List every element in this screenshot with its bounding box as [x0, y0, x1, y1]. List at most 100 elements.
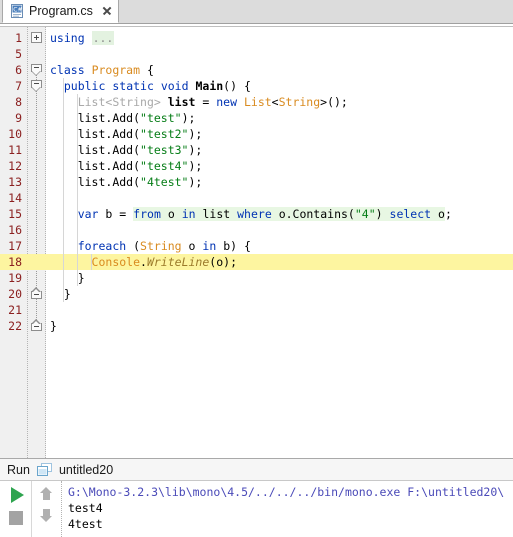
code-line[interactable] [47, 46, 513, 62]
line-number: 9 [0, 110, 22, 126]
arrow-down-icon[interactable] [39, 508, 55, 524]
csharp-file-icon: C# [10, 4, 24, 18]
run-tool-window: Run untitled20 G:\Mono-3.2.3\lib\mono\4.… [0, 458, 513, 537]
code-line[interactable] [47, 222, 513, 238]
run-tool-window-title: Run [7, 462, 30, 477]
editor-tab-label: Program.cs [29, 4, 93, 18]
run-controls-toolbar [0, 481, 32, 537]
line-number: 14 [0, 190, 22, 206]
code-line[interactable]: } [47, 318, 513, 334]
editor-tab-program-cs[interactable]: C# Program.cs [2, 0, 119, 23]
indent-guide [63, 254, 65, 270]
indent-guide [77, 270, 79, 286]
line-number-value: 17 [8, 239, 22, 253]
code-line[interactable] [47, 190, 513, 206]
code-line[interactable]: list.Add("test2"); [47, 126, 513, 142]
arrow-up-icon[interactable] [39, 486, 55, 502]
indent-guide [77, 110, 79, 126]
indent-guide [63, 142, 65, 158]
indent-guide [77, 222, 79, 238]
line-number: 7 [0, 78, 22, 94]
indent-guide [77, 238, 79, 254]
line-number: 20 [0, 286, 22, 302]
line-number-value: 5 [15, 47, 22, 61]
run-config-icon [36, 463, 52, 476]
code-line[interactable]: list.Add("test"); [47, 110, 513, 126]
line-number-value: 1 [15, 31, 22, 45]
code-line[interactable]: var b = from o in list where o.Contains(… [47, 206, 513, 222]
line-number: 15 [0, 206, 22, 222]
tab-bar-empty-space [118, 0, 513, 23]
code-line[interactable]: class Program { [47, 62, 513, 78]
run-tool-window-body: G:\Mono-3.2.3\lib\mono\4.5/../../../bin/… [0, 481, 513, 537]
code-folding-gutter[interactable] [28, 27, 46, 458]
line-number-value: 10 [8, 127, 22, 141]
indent-guide [63, 94, 65, 110]
code-line[interactable]: } [47, 270, 513, 286]
fold-collapse-icon[interactable] [31, 64, 42, 76]
code-line[interactable]: } [47, 286, 513, 302]
line-number: 16 [0, 222, 22, 238]
indent-guide [77, 190, 79, 206]
line-number: 6 [0, 62, 22, 78]
code-line[interactable]: using ... [47, 30, 513, 46]
console-output-line: 4test [68, 517, 103, 531]
indent-guide [63, 270, 65, 286]
code-line[interactable]: Console.WriteLine(o); [28, 254, 513, 270]
stop-icon[interactable] [8, 511, 23, 525]
line-number-value: 14 [8, 191, 22, 205]
close-icon[interactable] [101, 5, 113, 17]
line-number-value: 9 [15, 111, 22, 125]
code-editor[interactable]: 1 using ... 5 6 class Program { 7 public stat… [0, 27, 513, 458]
code-line[interactable] [47, 302, 513, 318]
console-output-line: test4 [68, 501, 103, 515]
line-number: 1 [0, 30, 22, 46]
indent-guide [77, 94, 79, 110]
line-number: 13 [0, 174, 22, 190]
indent-guide [63, 190, 65, 206]
run-play-icon[interactable] [10, 487, 24, 503]
line-number-value: 8 [15, 95, 22, 109]
indent-guide [63, 126, 65, 142]
line-number-value: 6 [15, 63, 22, 77]
code-line[interactable]: foreach (String o in b) { [47, 238, 513, 254]
indent-guide [63, 158, 65, 174]
indent-guide [77, 158, 79, 174]
line-number: 8 [0, 94, 22, 110]
line-number: 11 [0, 142, 22, 158]
line-number-value: 22 [8, 319, 22, 333]
indent-guide [63, 206, 65, 222]
console-output[interactable]: G:\Mono-3.2.3\lib\mono\4.5/../../../bin/… [62, 481, 513, 537]
fold-expand-icon[interactable] [31, 32, 42, 43]
line-number-value: 15 [8, 207, 22, 221]
line-number: 18 [0, 254, 28, 270]
fold-end-icon[interactable] [31, 287, 42, 299]
run-tool-window-header: Run untitled20 [0, 459, 513, 481]
indent-guide [77, 206, 79, 222]
code-line[interactable]: list.Add("test4"); [47, 158, 513, 174]
line-number: 19 [0, 270, 22, 286]
indent-guide [63, 222, 65, 238]
indent-guide [63, 174, 65, 190]
indent-guide [63, 238, 65, 254]
console-command-line: G:\Mono-3.2.3\lib\mono\4.5/../../../bin/… [68, 485, 505, 499]
indent-guide [63, 78, 65, 94]
line-number-value: 19 [8, 271, 22, 285]
code-line[interactable]: public static void Main() { [47, 78, 513, 94]
line-number-value: 12 [8, 159, 22, 173]
fold-end-icon[interactable] [31, 319, 42, 331]
line-number: 21 [0, 302, 22, 318]
code-line[interactable]: list.Add("4test"); [47, 174, 513, 190]
code-line[interactable]: list.Add("test3"); [47, 142, 513, 158]
line-number-value: 21 [8, 303, 22, 317]
line-number-value: 11 [8, 143, 22, 157]
ide-window: C# Program.cs 1 using ... 5 6 class Program … [0, 0, 513, 537]
run-configuration-tab[interactable]: untitled20 [59, 463, 113, 477]
fold-collapse-icon[interactable] [31, 80, 42, 92]
indent-guide [77, 142, 79, 158]
indent-guide [63, 110, 65, 126]
line-number: 5 [0, 46, 22, 62]
svg-text:C#: C# [13, 7, 22, 14]
code-line[interactable]: List<String> list = new List<String>(); [47, 94, 513, 110]
console-navigation-toolbar [32, 481, 62, 537]
